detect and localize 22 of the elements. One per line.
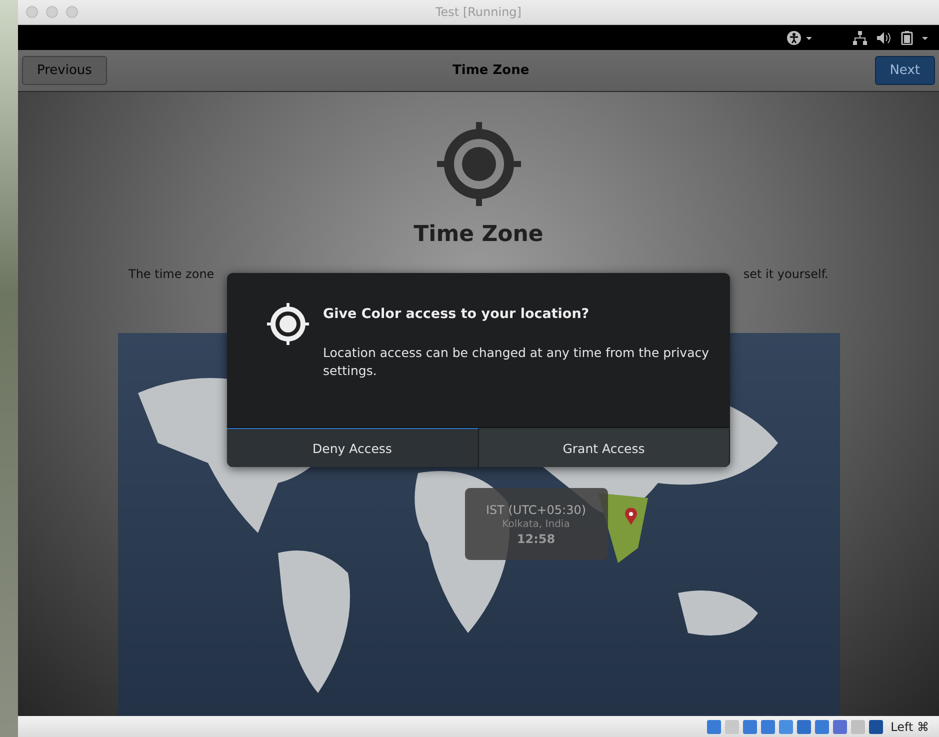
location-target-icon: [436, 122, 520, 206]
accessibility-icon[interactable]: [787, 30, 813, 44]
map-pin-icon: [624, 508, 636, 525]
host-key-label: Left ⌘: [890, 720, 929, 734]
network-icon[interactable]: [853, 30, 867, 44]
page-heading: Time Zone: [414, 222, 544, 247]
page-description: set it yourself.: [743, 267, 828, 281]
window-title: Test [Running]: [434, 5, 522, 19]
dialog-button[interactable]: Deny Access: [227, 428, 478, 467]
header-title: Time Zone: [452, 63, 530, 78]
previous-button[interactable]: Previous: [22, 56, 107, 85]
page-description: The time zone: [128, 267, 214, 281]
dialog-message: Location access can be changed at any time from the privacy settings.: [323, 344, 710, 380]
volume-icon[interactable]: [877, 30, 891, 44]
location-target-icon: [267, 303, 309, 345]
dialog-title: Give Color access to your location?: [323, 306, 590, 322]
battery-icon[interactable]: [901, 30, 929, 44]
timezone-label: IST (UTC+05:30): [486, 502, 586, 516]
city-label: Kolkata, India: [502, 518, 570, 530]
next-button[interactable]: Next: [874, 56, 935, 85]
dialog-button[interactable]: Grant Access: [478, 428, 730, 467]
time-label: 12:58: [516, 532, 556, 546]
